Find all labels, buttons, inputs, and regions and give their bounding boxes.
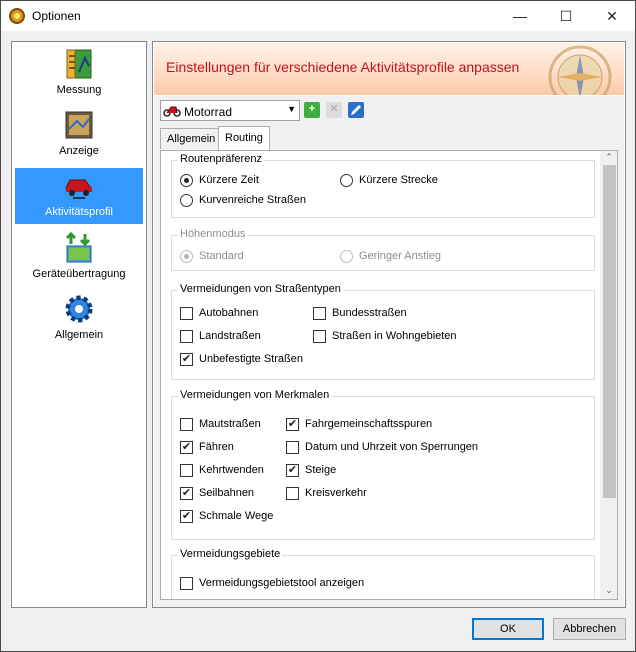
minimize-button[interactable]: — xyxy=(497,1,543,31)
checkbox-indicator[interactable]: ✔ xyxy=(180,441,193,454)
option-label: Kürzere Strecke xyxy=(359,174,438,186)
group-hoehenmodus: Höhenmodus Standard Geringer Anstieg xyxy=(171,228,595,271)
option-label: Fahrgemeinschaftsspuren xyxy=(305,418,433,430)
app-icon xyxy=(9,8,25,24)
sidebar-item-label: Messung xyxy=(56,84,102,96)
group-merkmale: Vermeidungen von Merkmalen Mautstraßen ✔… xyxy=(171,389,595,540)
settings-panel: Einstellungen für verschiedene Aktivität… xyxy=(152,41,626,608)
motorcycle-icon xyxy=(163,106,181,117)
maximize-button[interactable]: ☐ xyxy=(543,1,589,31)
checkbox-indicator[interactable] xyxy=(313,307,326,320)
x-icon: ✕ xyxy=(329,103,339,115)
sidebar-item-allgemein[interactable]: Allgemein xyxy=(15,291,143,347)
profile-dropdown[interactable]: Motorrad ▼ xyxy=(160,100,300,121)
group-title: Routenpräferenz xyxy=(178,153,264,165)
tab-allgemein[interactable]: Allgemein xyxy=(160,128,223,149)
window-title: Optionen xyxy=(32,9,81,23)
chevron-down-icon: ▼ xyxy=(287,104,296,114)
group-vermeidungsgebiete: Vermeidungsgebiete Vermeidungsgebietstoo… xyxy=(171,548,595,599)
header-banner: Einstellungen für verschiedene Aktivität… xyxy=(154,43,624,95)
options-window: Optionen — ☐ ✕ Messung Anzeige Aktivität… xyxy=(0,0,636,652)
scroll-up-icon[interactable]: ⌃ xyxy=(603,152,615,164)
checkbox-indicator[interactable]: ✔ xyxy=(180,510,193,523)
checkbox-indicator[interactable] xyxy=(180,464,193,477)
checkbox-indicator[interactable]: ✔ xyxy=(286,464,299,477)
tab-container: Allgemein Routing Routenpräferenz Kürzer… xyxy=(154,124,624,607)
sidebar-item-geraeteuebertragung[interactable]: Geräteübertragung xyxy=(15,230,143,286)
radio-indicator[interactable] xyxy=(180,194,193,207)
plus-icon: + xyxy=(308,103,316,115)
gear-icon xyxy=(65,295,93,323)
group-strassentypen: Vermeidungen von Straßentypen Autobahnen… xyxy=(171,283,595,380)
option-label: Geringer Anstieg xyxy=(359,250,441,262)
radio-indicator xyxy=(340,250,353,263)
option-label: Unbefestigte Straßen xyxy=(199,353,303,365)
radio-indicator xyxy=(180,250,193,263)
option-label: Kreisverkehr xyxy=(305,487,367,499)
sidebar-item-aktivitaetsprofil[interactable]: Aktivitätsprofil xyxy=(15,168,143,224)
sidebar-item-label: Allgemein xyxy=(54,329,104,341)
group-routenpraeferenz: Routenpräferenz Kürzere Zeit Kürzere Str… xyxy=(171,153,595,218)
option-label: Fähren xyxy=(199,441,234,453)
ruler-map-icon xyxy=(66,49,92,79)
option-label: Mautstraßen xyxy=(199,418,261,430)
option-label: Kurvenreiche Straßen xyxy=(199,194,306,206)
option-label: Steige xyxy=(305,464,337,476)
checkbox-indicator[interactable]: ✔ xyxy=(180,353,193,366)
delete-profile-button[interactable]: ✕ xyxy=(326,102,342,118)
compass-icon xyxy=(548,45,612,95)
ok-button[interactable]: OK xyxy=(472,618,544,640)
checkbox-indicator[interactable] xyxy=(286,441,299,454)
close-button[interactable]: ✕ xyxy=(589,1,635,31)
option-label: Kehrtwenden xyxy=(199,464,264,476)
checkbox-indicator[interactable] xyxy=(313,330,326,343)
device-transfer-icon xyxy=(65,232,92,263)
checkbox-indicator[interactable] xyxy=(286,487,299,500)
option-label: Autobahnen xyxy=(199,307,259,319)
radio-indicator[interactable] xyxy=(340,174,353,187)
option-label: Landstraßen xyxy=(199,330,261,342)
add-profile-button[interactable]: + xyxy=(304,102,320,118)
profile-selected-value: Motorrad xyxy=(184,105,233,119)
sidebar-item-label: Aktivitätsprofil xyxy=(45,206,113,218)
car-tools-icon xyxy=(65,179,92,199)
group-title: Vermeidungen von Merkmalen xyxy=(178,389,332,401)
pencil-icon xyxy=(351,105,361,115)
routing-page: Routenpräferenz Kürzere Zeit Kürzere Str… xyxy=(160,150,618,600)
tab-routing[interactable]: Routing xyxy=(218,126,270,150)
map-display-icon xyxy=(65,111,93,139)
group-title: Vermeidungsgebiete xyxy=(178,548,283,560)
option-label: Vermeidungsgebietstool anzeigen xyxy=(199,577,365,589)
scroll-thumb[interactable] xyxy=(603,165,616,498)
edit-profile-button[interactable] xyxy=(348,102,364,118)
sidebar-item-messung[interactable]: Messung xyxy=(15,46,143,102)
sidebar-item-label: Geräteübertragung xyxy=(32,268,126,280)
option-label: Seilbahnen xyxy=(199,487,255,499)
option-label: Bundesstraßen xyxy=(332,307,407,319)
banner-title: Einstellungen für verschiedene Aktivität… xyxy=(166,59,520,75)
option-label: Kürzere Zeit xyxy=(199,174,259,186)
sidebar-item-label: Anzeige xyxy=(59,145,99,157)
checkbox-indicator[interactable] xyxy=(180,577,193,590)
vertical-scrollbar[interactable]: ⌃ ⌄ xyxy=(600,151,617,599)
group-title: Vermeidungen von Straßentypen xyxy=(178,283,343,295)
category-sidebar: Messung Anzeige Aktivitätsprofil Geräteü… xyxy=(11,41,147,608)
cancel-button[interactable]: Abbrechen xyxy=(553,618,626,640)
checkbox-indicator[interactable]: ✔ xyxy=(180,487,193,500)
scroll-down-icon[interactable]: ⌄ xyxy=(603,585,615,597)
radio-indicator[interactable] xyxy=(180,174,193,187)
option-label: Straßen in Wohngebieten xyxy=(332,330,457,342)
option-label: Schmale Wege xyxy=(199,510,274,522)
profile-toolbar: Motorrad ▼ + ✕ xyxy=(154,96,624,124)
checkbox-indicator[interactable]: ✔ xyxy=(286,418,299,431)
group-title: Höhenmodus xyxy=(178,228,248,240)
checkbox-indicator[interactable] xyxy=(180,330,193,343)
sidebar-item-anzeige[interactable]: Anzeige xyxy=(15,107,143,163)
option-label: Datum und Uhrzeit von Sperrungen xyxy=(305,441,479,453)
checkbox-indicator[interactable] xyxy=(180,418,193,431)
title-bar: Optionen — ☐ ✕ xyxy=(1,1,635,31)
checkbox-indicator[interactable] xyxy=(180,307,193,320)
option-label: Standard xyxy=(199,250,244,262)
